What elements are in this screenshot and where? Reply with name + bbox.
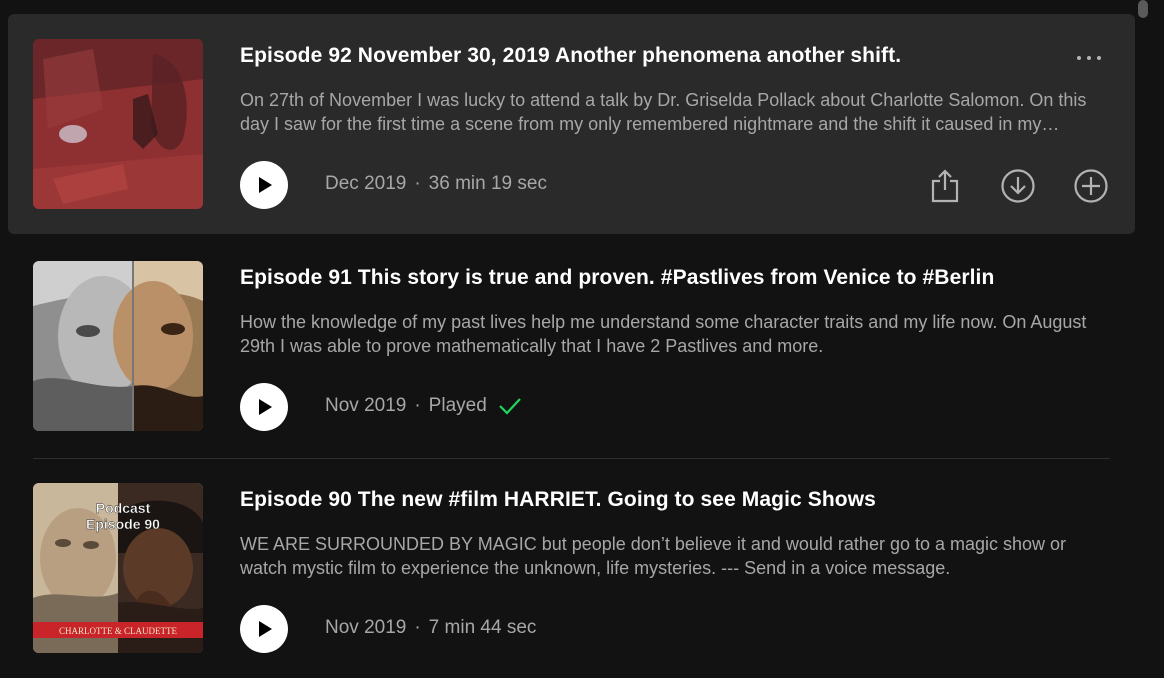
episode-description: On 27th of November I was lucky to atten… — [240, 90, 1087, 134]
episode-title[interactable]: Episode 90 The new #film HARRIET. Going … — [240, 488, 1100, 512]
more-options-dot — [1087, 56, 1091, 60]
download-button[interactable] — [998, 166, 1038, 206]
episode-date: Nov 2019 — [325, 395, 407, 416]
episode-row[interactable]: Episode 92 November 30, 2019 Another phe… — [8, 14, 1135, 234]
episode-description: How the knowledge of my past lives help … — [240, 312, 1087, 356]
share-button[interactable] — [925, 166, 965, 206]
episode-duration: 7 min 44 sec — [428, 617, 537, 638]
episode-actions — [892, 166, 1111, 206]
episode-cover[interactable] — [33, 261, 203, 431]
episode-date: Nov 2019 — [325, 617, 407, 638]
meta-separator: · — [414, 173, 421, 194]
cover-text-line2: Episode 90 — [86, 516, 160, 532]
meta-separator: · — [414, 617, 421, 638]
scrollbar-thumb[interactable] — [1138, 0, 1148, 18]
episode-title[interactable]: Episode 91 This story is true and proven… — [240, 266, 1100, 290]
split-face-portrait-cover — [33, 261, 203, 431]
check-icon — [497, 396, 523, 416]
play-icon — [259, 399, 272, 415]
episode-duration: 36 min 19 sec — [428, 173, 547, 194]
play-icon — [259, 177, 272, 193]
episode-meta: Nov 2019 · Played — [325, 395, 523, 417]
meta-separator: · — [414, 395, 421, 416]
cover-text-line1: Podcast — [96, 500, 151, 516]
episode-list: Episode 92 November 30, 2019 Another phe… — [8, 14, 1135, 678]
add-icon — [1074, 169, 1108, 203]
play-button[interactable] — [240, 383, 288, 431]
episode-cover[interactable] — [33, 39, 203, 209]
episode-date: Dec 2019 — [325, 173, 407, 194]
episode-row[interactable]: CHARLOTTE & CLAUDETTE Podcast Episode 90… — [8, 458, 1135, 678]
play-icon — [259, 621, 272, 637]
episode-meta: Nov 2019 · 7 min 44 sec — [325, 617, 536, 639]
download-icon — [1001, 169, 1035, 203]
cover-banner-text: CHARLOTTE & CLAUDETTE — [59, 626, 177, 636]
more-options-button[interactable] — [1071, 48, 1107, 68]
episode-cover[interactable]: CHARLOTTE & CLAUDETTE Podcast Episode 90 — [33, 483, 203, 653]
podcast-portrait-cover: CHARLOTTE & CLAUDETTE Podcast Episode 90 — [33, 483, 203, 653]
episode-description: WE ARE SURROUNDED BY MAGIC but people do… — [240, 534, 1067, 578]
red-room-painting-cover — [33, 39, 203, 209]
more-options-dot — [1097, 56, 1101, 60]
share-icon — [931, 169, 959, 203]
episode-row[interactable]: Episode 91 This story is true and proven… — [8, 236, 1135, 456]
add-button[interactable] — [1071, 166, 1111, 206]
episode-title[interactable]: Episode 92 November 30, 2019 Another phe… — [240, 44, 1100, 68]
played-status: Played — [428, 395, 487, 416]
more-options-icon — [1077, 56, 1081, 60]
play-button[interactable] — [240, 161, 288, 209]
episode-meta: Dec 2019 · 36 min 19 sec — [325, 173, 547, 195]
play-button[interactable] — [240, 605, 288, 653]
